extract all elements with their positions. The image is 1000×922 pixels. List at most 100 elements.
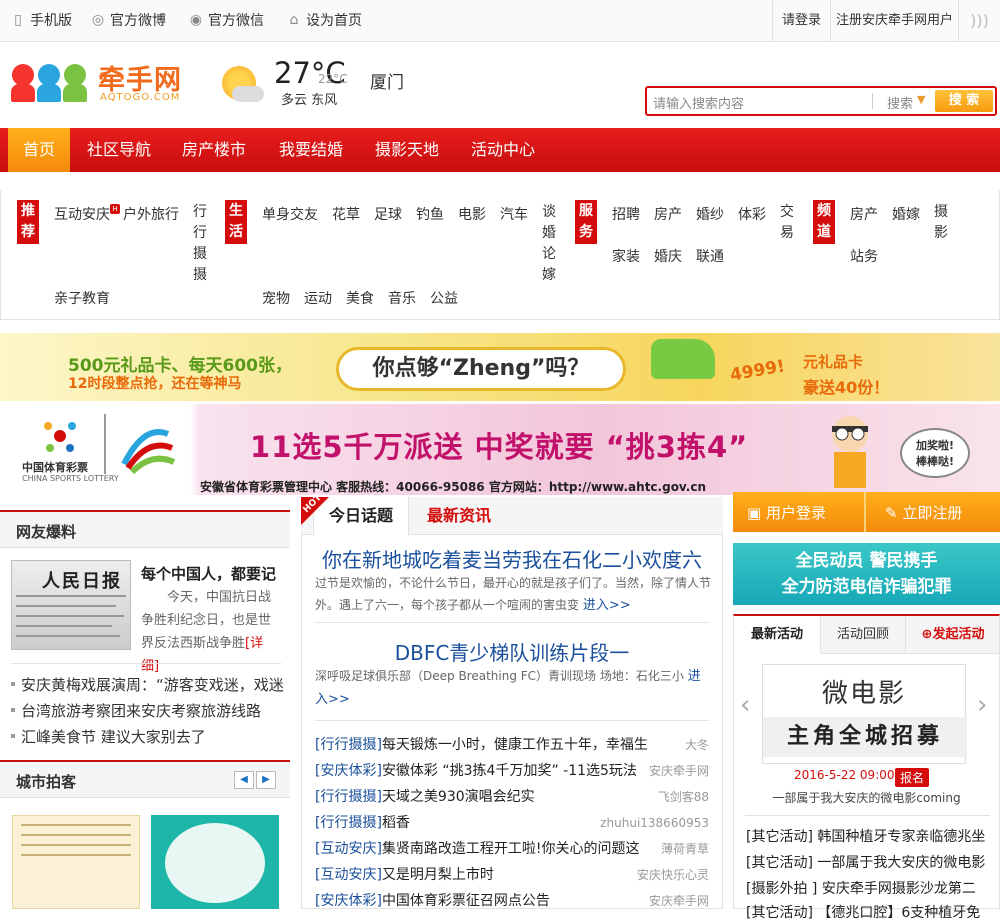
ad-banner-giftcard[interactable]: 500元礼品卡、每天600张， 12时段整点抢，还在等神马 你点够“Zheng”… xyxy=(0,333,1000,401)
wechat-link[interactable]: ◉ 官方微信 xyxy=(188,10,264,30)
cat-link[interactable]: 婚嫁 xyxy=(892,204,920,224)
tab-activity-review[interactable]: 活动回顾 xyxy=(820,616,906,654)
nav-home[interactable]: 首页 xyxy=(8,128,70,172)
cat-link[interactable]: 足球 xyxy=(374,204,402,224)
tab-latest-news[interactable]: 最新资讯 xyxy=(409,497,509,535)
list-item[interactable]: [行行摄摄]每天锻炼一小时，健康工作五十年，幸福生 大冬 xyxy=(315,732,709,758)
list-item[interactable]: [安庆体彩]安徽体彩 “挑3拣4千万加奖” -11选5玩法 安庆牵手网 xyxy=(315,758,709,784)
cat-link[interactable]: 谈婚论嫁 xyxy=(542,202,558,286)
headline-1[interactable]: 你在新地城吃着麦当劳我在石化二小欢度六 xyxy=(301,544,723,573)
nav-community[interactable]: 社区导航 xyxy=(87,128,151,172)
car-icon xyxy=(651,339,715,379)
list-item[interactable]: [行行摄摄]天域之美930演唱会纪实 飞剑客88 xyxy=(315,784,709,810)
cloud-icon xyxy=(232,86,264,102)
list-item[interactable]: [摄影外拍 ] 安庆牵手网摄影沙龙第二 xyxy=(746,878,990,898)
search-button[interactable]: 搜 索 xyxy=(935,90,993,112)
user-auth-bar: ▣ 用户登录 ✎ 立即注册 xyxy=(733,492,1000,532)
ad-banner-lottery[interactable]: 中国体育彩票 CHINA SPORTS LOTTERY 11选5千万派送 中奖就… xyxy=(0,404,1000,495)
activity-date: 2016-5-22 09:00 xyxy=(794,768,895,782)
activity-tabs: 最新活动 活动回顾 ⊕发起活动 xyxy=(733,614,1000,654)
signup-badge[interactable]: 报名 xyxy=(895,768,930,787)
register-button[interactable]: ✎ 立即注册 xyxy=(885,502,962,523)
next-arrow-icon[interactable]: ▶ xyxy=(256,771,276,789)
feature-title[interactable]: 每个中国人，都要记 xyxy=(141,563,276,584)
prev-arrow-icon[interactable]: ◀ xyxy=(234,771,254,789)
cartoon-character-icon xyxy=(832,416,868,488)
cat-link[interactable]: 交易 xyxy=(780,202,796,244)
list-item[interactable]: [行行摄摄]稻香 zhuhui138660953 xyxy=(315,810,709,836)
cat-link[interactable]: 站务 xyxy=(850,246,878,266)
anti-fraud-banner[interactable]: 全民动员 警民携手 全力防范电信诈骗犯罪 xyxy=(733,543,1000,605)
weather-city[interactable]: 厦门 xyxy=(370,68,404,93)
chevron-down-icon[interactable]: ▼ xyxy=(917,93,925,106)
nav-realestate[interactable]: 房产楼市 xyxy=(182,128,246,172)
cat-link[interactable]: 联通 xyxy=(696,246,724,266)
read-more-link[interactable]: 进入>> xyxy=(583,598,631,613)
cat-link[interactable]: 互动安庆 xyxy=(54,204,110,224)
cat-link[interactable]: 婚庆 xyxy=(654,246,682,266)
weibo-link[interactable]: ◎ 官方微博 xyxy=(90,10,166,30)
headline-2-desc: 深呼吸足球俱乐部（Deep Breathing FC）青训现场 场地：石化三小 … xyxy=(315,669,701,707)
cat-link[interactable]: 婚纱 xyxy=(696,204,724,224)
cat-link[interactable]: 花草 xyxy=(332,204,360,224)
login-link[interactable]: 请登录 xyxy=(772,0,830,42)
cat-link[interactable]: 音乐 xyxy=(388,288,416,308)
photo-thumbnail[interactable] xyxy=(12,815,140,909)
user-login-button[interactable]: ▣ 用户登录 xyxy=(747,502,826,523)
mobile-link[interactable]: ▯ 手机版 xyxy=(10,10,72,30)
cat-link[interactable]: 钓鱼 xyxy=(416,204,444,224)
chat-icon: ▣ xyxy=(747,504,766,522)
list-item[interactable]: [安庆体彩]中国体育彩票征召网点公告 安庆牵手网 xyxy=(315,888,709,914)
cat-link[interactable]: 摄影 xyxy=(934,202,950,244)
cat-link[interactable]: 电影 xyxy=(458,204,486,224)
list-item[interactable]: 汇峰美食节 建议大家别去了 xyxy=(11,726,286,747)
newspaper-thumbnail[interactable]: 人民日报 xyxy=(11,560,131,650)
logo-subtext: AQTOGO.COM xyxy=(100,92,181,103)
cat-link[interactable]: 单身交友 xyxy=(262,204,318,224)
set-homepage-link[interactable]: ⌂ 设为首页 xyxy=(286,10,362,30)
cat-link[interactable]: 公益 xyxy=(430,288,458,308)
cat-link[interactable]: 亲子教育 xyxy=(54,288,110,308)
rss-icon[interactable]: ))) xyxy=(958,0,1000,42)
list-item[interactable]: 安庆黄梅戏展演周：“游客变戏迷，戏迷 xyxy=(11,674,286,695)
cat-link[interactable]: 体彩 xyxy=(738,204,766,224)
weather-desc: 多云 东风 xyxy=(281,93,338,108)
register-link[interactable]: 注册安庆牵手网用户 xyxy=(830,0,958,42)
list-item[interactable]: [其它活动] 韩国种植牙专家亲临德兆坐 xyxy=(746,826,990,846)
activity-caption[interactable]: 一部属于我大安庆的微电影coming xyxy=(733,789,1000,806)
headline-1-desc: 过节是欢愉的，不论什么节日，最开心的就是孩子们了。当然，除了情人节外。遇上了六一… xyxy=(315,576,712,613)
nav-activities[interactable]: 活动中心 xyxy=(471,128,535,172)
headline-2[interactable]: DBFC青少梯队训练片段一 xyxy=(301,637,723,666)
category-panel: 推荐 互动安庆 H 户外旅行 行行摄摄 亲子教育 生活 单身交友 花草 足球 钓… xyxy=(0,190,1000,320)
start-activity-button[interactable]: ⊕发起活动 xyxy=(906,616,1000,654)
cat-link[interactable]: 美食 xyxy=(346,288,374,308)
cat-link[interactable]: 运动 xyxy=(304,288,332,308)
low-temperature: 22°C xyxy=(318,72,348,86)
new-badge-icon: H xyxy=(110,204,120,214)
phone-icon: ▯ xyxy=(14,12,22,28)
next-arrow-icon[interactable]: › xyxy=(977,690,987,720)
list-item[interactable]: [互动安庆]集贤南路改造工程开工啦!你关心的问题这 薄荷青草 xyxy=(315,836,709,862)
cat-link[interactable]: 汽车 xyxy=(500,204,528,224)
cat-link[interactable]: 行行摄摄 xyxy=(193,202,209,286)
activity-poster[interactable]: 微电影 主角全城招募 xyxy=(762,664,967,764)
nav-photography[interactable]: 摄影天地 xyxy=(375,128,439,172)
nav-wedding[interactable]: 我要结婚 xyxy=(279,128,343,172)
cat-link[interactable]: 房产 xyxy=(654,204,682,224)
list-item[interactable]: [其它活动] 一部属于我大安庆的微电影 xyxy=(746,852,990,872)
cat-link[interactable]: 房产 xyxy=(850,204,878,224)
prev-arrow-icon[interactable]: ‹ xyxy=(740,690,750,720)
list-item[interactable]: [互动安庆]又是明月梨上市时 安庆快乐心灵 xyxy=(315,862,709,888)
tab-latest-activities[interactable]: 最新活动 xyxy=(734,616,820,654)
photo-thumbnail[interactable] xyxy=(151,815,279,909)
cat-link[interactable]: 宠物 xyxy=(262,288,290,308)
search-input[interactable]: 请输入搜索内容 xyxy=(653,93,744,112)
cat-link[interactable]: 户外旅行 xyxy=(123,204,179,224)
cat-link[interactable]: 家装 xyxy=(612,246,640,266)
list-item[interactable]: [其它活动] 【德兆口腔】6支种植牙免 xyxy=(746,902,990,922)
list-item[interactable]: 台湾旅游考察团来安庆考察旅游线路 xyxy=(11,700,286,721)
cat-link[interactable]: 招聘 xyxy=(612,204,640,224)
wechat-icon: ◉ xyxy=(189,12,203,28)
weibo-icon: ◎ xyxy=(91,12,105,28)
search-type-select[interactable]: 搜索 xyxy=(887,93,913,112)
